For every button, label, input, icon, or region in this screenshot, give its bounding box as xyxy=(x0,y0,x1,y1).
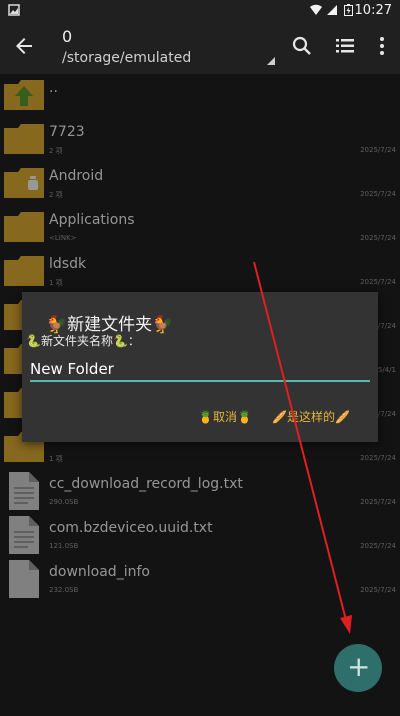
wifi-icon xyxy=(310,4,322,15)
status-bar: 10:27 xyxy=(0,0,400,22)
plus-icon: + xyxy=(347,650,371,683)
current-path[interactable]: /storage/emulated xyxy=(62,50,191,66)
search-icon[interactable] xyxy=(290,34,314,58)
list-view-icon[interactable] xyxy=(333,34,357,58)
confirm-button[interactable]: 🥖是这样的🥖 xyxy=(272,408,350,425)
back-arrow-icon[interactable] xyxy=(12,34,36,58)
status-time: 10:27 xyxy=(354,3,392,18)
signal-icon xyxy=(327,5,337,15)
page-title: 0 xyxy=(62,27,73,46)
battery-icon xyxy=(344,4,353,16)
more-options-icon[interactable] xyxy=(370,34,394,58)
folder-name-label: 🐍新文件夹名称🐍： xyxy=(26,334,140,348)
new-folder-dialog: 🐓新建文件夹🐓 🐍新文件夹名称🐍： 🍍取消🍍 🥖是这样的🥖 xyxy=(22,292,378,442)
image-icon xyxy=(8,4,20,16)
folder-name-input[interactable] xyxy=(30,358,370,382)
cancel-button[interactable]: 🍍取消🍍 xyxy=(198,408,252,425)
app-bar: 0 /storage/emulated xyxy=(0,22,400,74)
add-fab-button[interactable]: + xyxy=(334,644,382,692)
path-dropdown-icon[interactable] xyxy=(267,57,275,65)
